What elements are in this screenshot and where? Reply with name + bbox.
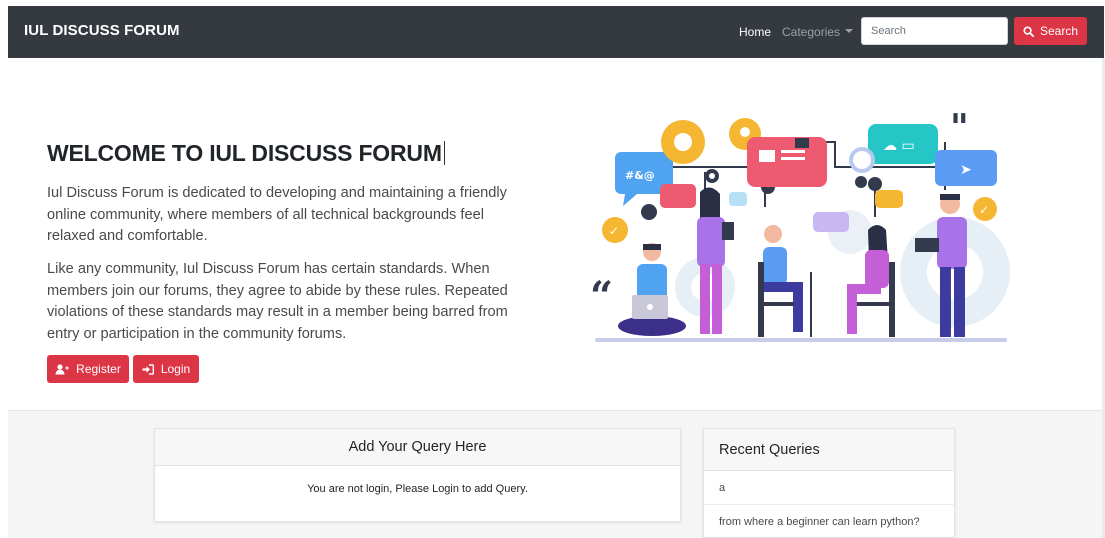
hero-title: WELCOME TO IUL DISCUSS FORUM [47, 140, 445, 167]
nav-categories-label: Categories [782, 25, 841, 39]
brand-logo-text[interactable]: IUL DISCUSS FORUM [24, 22, 180, 39]
add-query-card-title: Add Your Query Here [155, 429, 680, 466]
add-query-card: Add Your Query Here You are not login, P… [154, 428, 681, 522]
login-button[interactable]: Login [133, 355, 199, 383]
search-button-label: Search [1039, 24, 1079, 38]
nav-home-link[interactable]: Home [739, 25, 771, 39]
svg-text:✓: ✓ [979, 203, 989, 217]
nav-categories-dropdown[interactable]: Categories [782, 25, 854, 39]
hero-paragraph-2: Like any community, Iul Discuss Forum ha… [47, 261, 508, 342]
sign-in-icon [142, 363, 154, 375]
recent-queries-card: Recent Queries a from where a beginner c… [703, 428, 955, 538]
hero-paragraph-1: Iul Discuss Forum is dedicated to develo… [47, 185, 507, 244]
svg-text:➤: ➤ [960, 162, 972, 178]
svg-text:“: “ [590, 273, 613, 320]
svg-text:✓: ✓ [609, 224, 619, 238]
typing-cursor [443, 140, 445, 165]
search-input[interactable] [861, 17, 1008, 45]
svg-text:#&@: #&@ [625, 169, 655, 182]
user-plus-icon [55, 363, 69, 374]
register-button-label: Register [76, 362, 121, 376]
hero-title-text: WELCOME TO IUL DISCUSS FORUM [47, 140, 442, 166]
page: IUL DISCUSS FORUM Home Categories Search… [0, 0, 1105, 538]
recent-query-item[interactable]: a [704, 471, 954, 505]
svg-text:": " [950, 112, 969, 149]
search-icon [1023, 25, 1034, 37]
recent-queries-title: Recent Queries [704, 429, 954, 471]
top-navbar: IUL DISCUSS FORUM Home Categories Search [8, 6, 1104, 58]
community-discussion-illustration: #&@ ☁ ▭ ➤ " “ ✓ ✓ [590, 112, 1010, 342]
recent-query-item[interactable]: from where a beginner can learn python? [704, 505, 954, 538]
login-button-label: Login [160, 362, 191, 376]
register-button[interactable]: Register [47, 355, 129, 383]
chevron-down-icon [845, 28, 854, 33]
search-button[interactable]: Search [1014, 17, 1087, 45]
login-required-message: You are not login, Please Login to add Q… [307, 483, 528, 495]
svg-text:☁ ▭: ☁ ▭ [883, 138, 915, 154]
